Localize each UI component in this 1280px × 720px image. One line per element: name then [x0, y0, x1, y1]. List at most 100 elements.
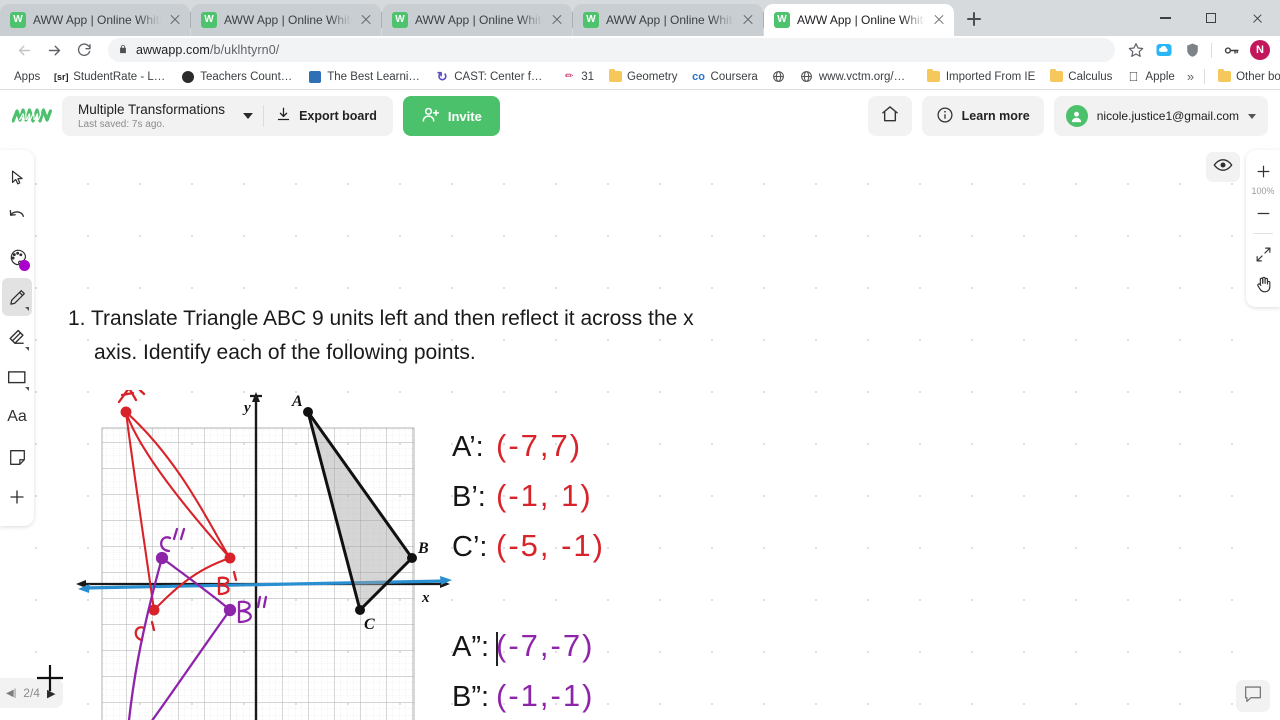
maximize-button[interactable]	[1188, 2, 1234, 34]
board-title-dropdown[interactable]: Multiple Transformations Last saved: 7s …	[66, 96, 263, 136]
bookmark-label: Teachers Count > I...	[200, 70, 294, 83]
answer-label: B’:	[452, 481, 486, 513]
point-b-dprime	[223, 603, 237, 617]
answer-row: C’: (-5, -1)	[452, 528, 605, 578]
eraser-tool[interactable]	[2, 318, 32, 356]
board-toolbar-group: Multiple Transformations Last saved: 7s …	[62, 96, 393, 136]
chevron-down-icon	[1248, 113, 1256, 119]
bookmark-31[interactable]: ✏ 31	[556, 68, 600, 86]
browser-tab-active[interactable]: W AWW App | Online Whiteboard f	[764, 4, 954, 36]
minimize-button[interactable]	[1142, 2, 1188, 34]
account-email: nicole.justice1@gmail.com	[1096, 109, 1239, 123]
tab-title: AWW App | Online Whiteboard f	[797, 13, 925, 27]
point-a	[303, 407, 313, 417]
text-tool[interactable]: Aa	[2, 398, 32, 436]
export-board-button[interactable]: Export board	[264, 96, 389, 136]
bookmark-imported-from-ie[interactable]: Imported From IE	[921, 68, 1041, 86]
text-caret	[496, 632, 498, 666]
info-icon	[936, 106, 954, 127]
back-button[interactable]	[10, 36, 38, 64]
key-icon[interactable]	[1218, 37, 1244, 63]
pen-tool[interactable]	[2, 278, 32, 316]
toggle-visibility-button[interactable]	[1206, 152, 1240, 182]
close-icon[interactable]	[168, 13, 182, 27]
chat-bubble-icon	[1243, 685, 1263, 708]
bookmark-geometry[interactable]: Geometry	[602, 68, 684, 86]
invite-button[interactable]: Invite	[402, 96, 500, 136]
zoom-out-button[interactable]	[1248, 198, 1278, 228]
globe-icon	[772, 70, 786, 84]
address-bar[interactable]: awwapp.com/b/uklhtyrn0/	[108, 38, 1115, 62]
more-tool[interactable]	[2, 478, 32, 516]
label-c: C	[364, 616, 375, 633]
bestlearning-icon	[308, 70, 322, 84]
divider	[1253, 233, 1273, 234]
answer-value: (-7,-7)	[496, 628, 595, 663]
answer-label: B”:	[452, 681, 490, 713]
chevron-icon[interactable]	[25, 387, 29, 391]
apple-icon: 	[1126, 69, 1140, 84]
point-a-prime	[120, 406, 132, 418]
browser-tab[interactable]: W AWW App | Online Whiteboard f	[191, 4, 382, 36]
chevron-icon[interactable]	[25, 347, 29, 351]
fit-screen-button[interactable]	[1248, 239, 1278, 269]
pan-button[interactable]	[1248, 269, 1278, 299]
bookmark-calculus[interactable]: Calculus	[1043, 68, 1118, 86]
account-menu-button[interactable]: nicole.justice1@gmail.com	[1053, 96, 1268, 136]
bookmark-vctm[interactable]: www.vctm.org/Reso...	[794, 68, 919, 86]
close-icon[interactable]	[359, 13, 373, 27]
learn-more-button[interactable]: Learn more	[921, 96, 1044, 136]
label-a-prime	[117, 390, 146, 404]
profile-avatar[interactable]: N	[1250, 40, 1270, 60]
cloud-icon[interactable]	[1151, 37, 1177, 63]
current-color-swatch[interactable]	[19, 260, 30, 271]
bookmark-label: Imported From IE	[945, 70, 1036, 83]
bookmark-label: Coursera	[710, 70, 758, 83]
browser-tab[interactable]: W AWW App | Online Whiteboard f	[382, 4, 573, 36]
bookmark-teachers-count[interactable]: Teachers Count > I...	[175, 68, 300, 86]
bookmark-cast[interactable]: ↻ CAST: Center for Ap...	[429, 68, 554, 86]
tab-title: AWW App | Online Whiteboard f	[224, 13, 352, 27]
chat-button[interactable]	[1236, 680, 1270, 712]
undo-tool[interactable]	[2, 198, 32, 236]
browser-tab[interactable]: W AWW App | Online Whiteboard f	[573, 4, 764, 36]
reload-button[interactable]	[70, 36, 98, 64]
other-bookmarks-button[interactable]: Other bookma	[1211, 68, 1280, 86]
window-controls	[1142, 0, 1280, 36]
select-tool[interactable]	[2, 158, 32, 196]
page-prev-button[interactable]: ◀|	[6, 688, 16, 699]
shield-icon[interactable]	[1179, 37, 1205, 63]
folder-icon	[1049, 68, 1063, 84]
bookmarks-divider	[1204, 69, 1206, 84]
zoom-in-button[interactable]	[1248, 156, 1278, 186]
bookmark-apps[interactable]: Apps	[8, 69, 46, 85]
bookmark-studentrate[interactable]: [sr] StudentRate - Local...	[48, 68, 173, 86]
close-icon[interactable]	[932, 13, 946, 27]
forward-button[interactable]	[40, 36, 68, 64]
point-c	[355, 605, 365, 615]
browser-tab[interactable]: W AWW App | Online Whiteboard f	[0, 4, 191, 36]
label-a: A	[291, 393, 303, 410]
bookmark-apple[interactable]:  Apple	[1120, 68, 1180, 86]
close-window-button[interactable]	[1234, 2, 1280, 34]
star-icon[interactable]	[1123, 37, 1149, 63]
text-aa-icon: Aa	[7, 408, 27, 425]
close-icon[interactable]	[741, 13, 755, 27]
bookmark-label: CAST: Center for Ap...	[454, 70, 548, 83]
whiteboard-canvas[interactable]: Aa 100% ◀| 2/4 ▶ 1. Translate Triangle A…	[0, 142, 1280, 720]
note-tool[interactable]	[2, 438, 32, 476]
color-tool[interactable]	[2, 238, 32, 276]
bookmark-coursera[interactable]: co Coursera	[686, 68, 764, 86]
home-button[interactable]	[867, 96, 912, 136]
bookmark-globe-1[interactable]	[766, 68, 792, 86]
bookmark-best-learning[interactable]: The Best Learning...	[302, 68, 427, 86]
aww-logo[interactable]: AWW	[12, 104, 52, 128]
new-tab-button[interactable]	[960, 5, 988, 33]
bookmarks-overflow-button[interactable]: »	[1183, 67, 1198, 86]
bookmark-label: Apple	[1145, 70, 1175, 83]
shape-tool[interactable]	[2, 358, 32, 396]
export-board-label: Export board	[299, 109, 377, 123]
answer-value: (-5, -1)	[496, 528, 605, 563]
close-icon[interactable]	[550, 13, 564, 27]
chevron-icon[interactable]	[25, 307, 29, 311]
